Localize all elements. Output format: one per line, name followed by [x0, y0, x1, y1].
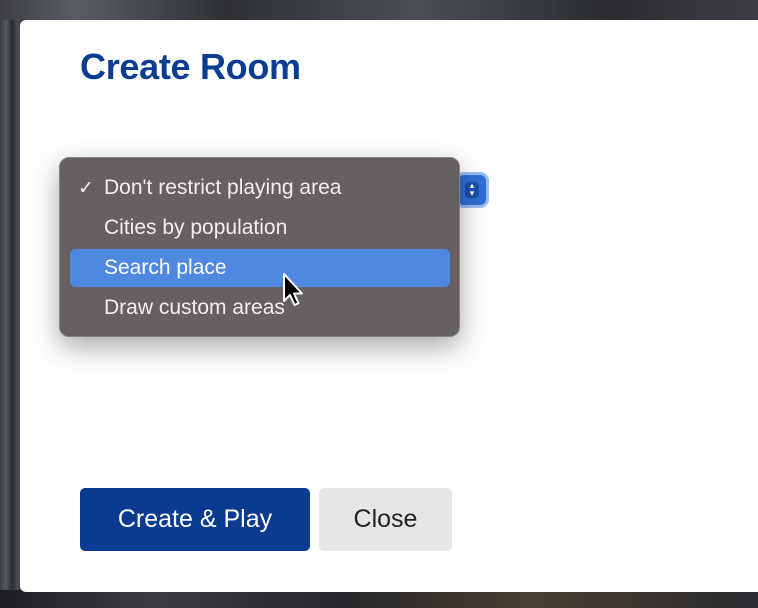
close-button[interactable]: Close	[319, 488, 452, 551]
menu-item-label: Search place	[104, 256, 227, 279]
playing-area-dropdown-menu: ✓ Don't restrict playing area Cities by …	[59, 157, 460, 337]
dialog-title: Create Room	[80, 46, 301, 87]
chevron-up-down-icon: ▴ ▾	[465, 182, 479, 199]
menu-item-draw-custom-areas[interactable]: Draw custom areas	[70, 289, 450, 327]
create-play-button[interactable]: Create & Play	[80, 488, 310, 551]
mouse-pointer-icon	[283, 273, 303, 306]
menu-item-cities-by-population[interactable]: Cities by population	[70, 209, 450, 247]
menu-item-search-place[interactable]: Search place	[70, 249, 450, 287]
checkmark-icon: ✓	[78, 177, 94, 199]
menu-item-label: Don't restrict playing area	[104, 176, 342, 199]
menu-item-label: Cities by population	[104, 216, 288, 239]
background-top-strip	[0, 0, 758, 20]
menu-item-dont-restrict[interactable]: ✓ Don't restrict playing area	[70, 169, 450, 207]
playing-area-select[interactable]: ▴ ▾	[458, 175, 486, 205]
menu-item-label: Draw custom areas	[104, 296, 285, 319]
background-bottom-strip	[0, 590, 758, 608]
